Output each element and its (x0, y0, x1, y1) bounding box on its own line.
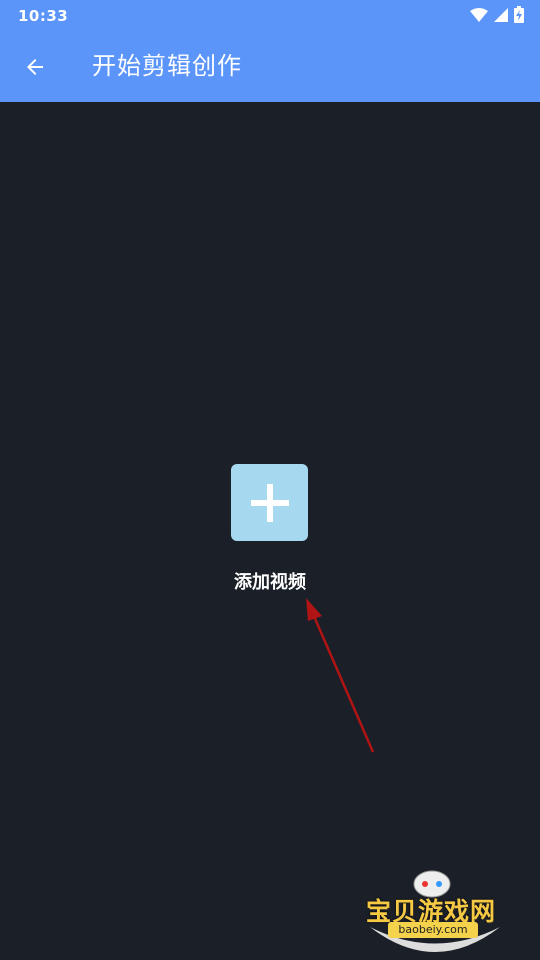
signal-icon (494, 7, 508, 26)
wifi-icon (470, 7, 488, 26)
status-bar: 10:33 (0, 0, 540, 32)
arrow-left-icon (27, 59, 43, 75)
back-button[interactable] (16, 48, 54, 86)
battery-charging-icon (514, 6, 524, 27)
watermark-url: baobeiy.com (388, 922, 478, 938)
status-time: 10:33 (18, 7, 69, 25)
watermark-logo: 宝贝游戏网 baobeiy.com (360, 862, 510, 957)
page-title: 开始剪辑创作 (92, 52, 242, 80)
add-video-button[interactable] (231, 464, 308, 541)
app-bar: 10:33 开始剪辑创作 (0, 0, 540, 102)
plus-icon (250, 483, 289, 522)
status-icons (470, 6, 524, 27)
add-video-label[interactable]: 添加视频 (200, 570, 340, 596)
